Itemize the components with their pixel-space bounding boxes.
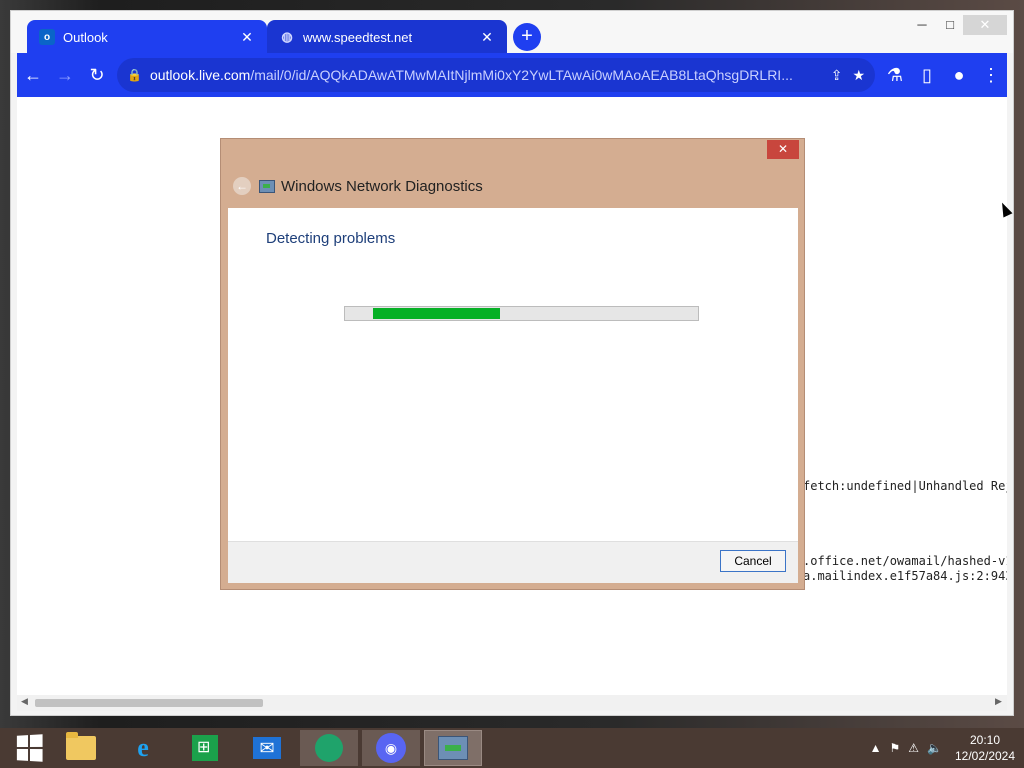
- browser-toolbar: ← → ↻ 🔒 outlook.live.com /mail/0/id/AQQk…: [17, 53, 1007, 97]
- windows-logo-icon: [16, 734, 43, 762]
- discord-icon: ◉: [376, 733, 406, 763]
- dialog-close-button[interactable]: ✕: [767, 140, 799, 159]
- folder-icon: [66, 732, 96, 760]
- clock-date: 12/02/2024: [954, 749, 1016, 763]
- menu-icon[interactable]: ⋮: [975, 59, 1007, 91]
- network-warning-icon[interactable]: ⚠: [908, 741, 919, 755]
- side-panel-icon[interactable]: ▯: [911, 59, 943, 91]
- taskbar-app[interactable]: [300, 730, 358, 766]
- dialog-body: Detecting problems: [228, 208, 798, 541]
- tab-speedtest[interactable]: ◍ www.speedtest.net ✕: [267, 20, 507, 54]
- clock[interactable]: 20:10 12/02/2024: [946, 732, 1024, 764]
- globe-icon: ◍: [281, 29, 293, 44]
- progress-fill: [373, 308, 501, 319]
- taskbar-discord[interactable]: ◉: [362, 730, 420, 766]
- star-icon[interactable]: ★: [852, 67, 865, 84]
- share-icon[interactable]: ⇪: [831, 67, 843, 84]
- dialog-header: ← Windows Network Diagnostics: [233, 177, 483, 195]
- window-close-button[interactable]: ✕: [963, 15, 1007, 35]
- app-icon: [315, 734, 343, 762]
- taskbar-internet-explorer[interactable]: e: [114, 730, 172, 766]
- console-line: a.mailindex.e1f57a84.js:2:943: [803, 569, 1007, 583]
- taskbar-network-diagnostics[interactable]: [424, 730, 482, 766]
- labs-icon[interactable]: ⚗: [879, 59, 911, 91]
- taskbar-store[interactable]: [176, 730, 234, 766]
- start-button[interactable]: [0, 730, 58, 766]
- taskbar: e ✉ ◉ ▲ ⚑ ⚠ 🔈 20:10 12/02/2024: [0, 728, 1024, 768]
- new-tab-button[interactable]: +: [513, 23, 541, 51]
- tab-outlook[interactable]: o Outlook ✕: [27, 20, 267, 54]
- forward-button[interactable]: →: [49, 59, 81, 91]
- taskbar-file-explorer[interactable]: [52, 730, 110, 766]
- browser-titlebar: o Outlook ✕ ◍ www.speedtest.net ✕ + ─ □ …: [11, 11, 1013, 54]
- minimize-button[interactable]: ─: [907, 15, 937, 35]
- cancel-button[interactable]: Cancel: [720, 550, 786, 572]
- clock-time: 20:10: [969, 733, 1001, 747]
- flag-icon[interactable]: ⚑: [890, 741, 901, 755]
- outlook-icon: o: [39, 29, 55, 45]
- network-diagnostics-dialog: ✕ ← Windows Network Diagnostics Detectin…: [220, 138, 805, 590]
- network-diagnostics-icon: [259, 179, 275, 193]
- network-diagnostics-icon: [438, 736, 468, 760]
- progress-bar: [344, 306, 699, 321]
- profile-icon[interactable]: ●: [943, 59, 975, 91]
- url-path: /mail/0/id/AQQkADAwATMwMAItNjlmMi0xY2YwL…: [250, 67, 793, 83]
- horizontal-scrollbar[interactable]: ◀ ▶: [17, 695, 1007, 711]
- tab-title: Outlook: [63, 29, 108, 45]
- internet-explorer-icon: e: [137, 733, 149, 762]
- scroll-thumb[interactable]: [35, 699, 263, 707]
- reload-button[interactable]: ↻: [81, 59, 113, 91]
- console-line: .office.net/owamail/hashed-v1: [803, 554, 1007, 568]
- system-tray: ▲ ⚑ ⚠ 🔈 20:10 12/02/2024: [866, 728, 1024, 768]
- show-hidden-icons-icon[interactable]: ▲: [870, 741, 882, 755]
- volume-icon[interactable]: 🔈: [927, 741, 942, 755]
- back-button[interactable]: ←: [17, 59, 49, 91]
- store-icon: [192, 735, 218, 761]
- close-icon[interactable]: ✕: [239, 29, 255, 46]
- lock-icon: 🔒: [127, 68, 142, 82]
- back-arrow-icon[interactable]: ←: [233, 177, 251, 195]
- close-icon[interactable]: ✕: [479, 29, 495, 46]
- scroll-right-icon[interactable]: ▶: [995, 696, 1002, 707]
- url-host: outlook.live.com: [149, 67, 251, 83]
- mail-icon: ✉: [253, 737, 281, 759]
- taskbar-mail[interactable]: ✉: [238, 730, 296, 766]
- address-bar[interactable]: 🔒 outlook.live.com /mail/0/id/AQQkADAwAT…: [117, 58, 875, 92]
- tab-title: www.speedtest.net: [303, 29, 413, 45]
- dialog-heading: Detecting problems: [266, 230, 396, 247]
- maximize-button[interactable]: □: [935, 15, 965, 35]
- dialog-footer: Cancel: [228, 541, 798, 583]
- scroll-left-icon[interactable]: ◀: [21, 696, 28, 707]
- dialog-title: Windows Network Diagnostics: [281, 177, 483, 195]
- console-line: fetch:undefined|Unhandled Rej: [803, 479, 1007, 493]
